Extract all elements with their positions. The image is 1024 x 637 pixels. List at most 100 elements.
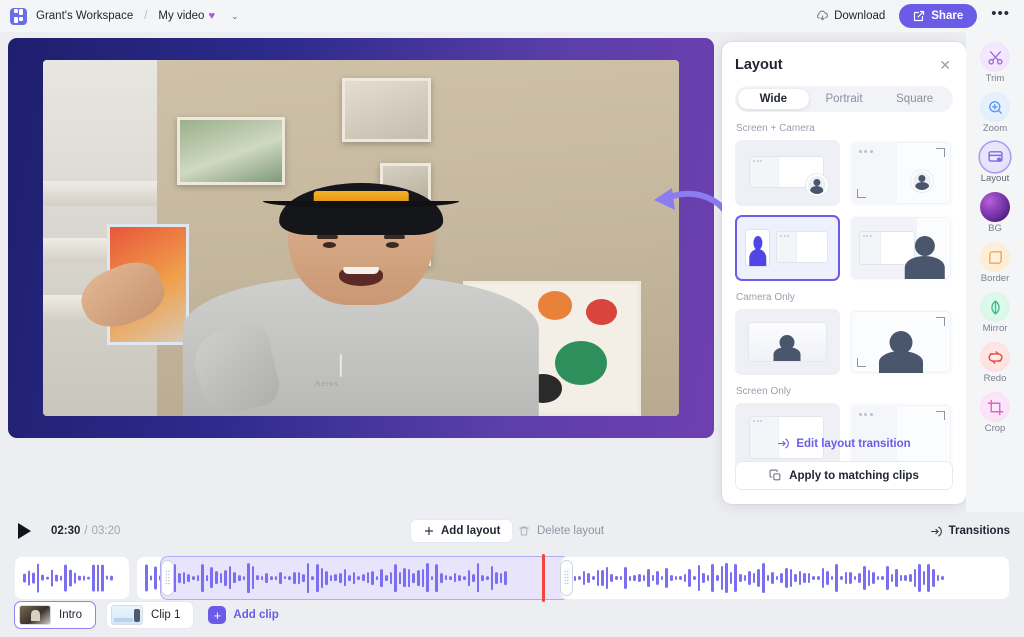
total-time: 03:20: [91, 525, 121, 537]
waveform-selection[interactable]: [160, 556, 570, 600]
close-icon[interactable]: ✕: [937, 56, 953, 74]
workspace-grid-icon[interactable]: [10, 7, 27, 25]
scissors-icon: [987, 49, 1004, 66]
download-button[interactable]: Download: [812, 7, 889, 26]
tool-label-zoom: Zoom: [982, 123, 1008, 134]
favorite-heart-icon[interactable]: ♥: [208, 10, 215, 22]
tool-trim[interactable]: Trim: [980, 42, 1010, 84]
tool-layout[interactable]: Layout: [980, 142, 1010, 184]
tab-square[interactable]: Square: [879, 89, 950, 109]
document-title[interactable]: My video: [158, 10, 204, 22]
plus-icon: [423, 525, 435, 537]
layout-option-screen-camera-pip[interactable]: [735, 140, 840, 206]
apply-label: Apply to matching clips: [789, 469, 919, 482]
video-preview[interactable]: Aeros: [8, 38, 714, 438]
clip-thumbnail: [111, 605, 144, 625]
tool-label-bg: BG: [988, 223, 1002, 234]
tool-label-trim: Trim: [985, 73, 1005, 84]
clip-thumbnail: [19, 605, 51, 625]
camera-only-options: [735, 309, 953, 375]
workspace-name[interactable]: Grant's Workspace: [36, 10, 133, 22]
tool-label-mirror: Mirror: [982, 323, 1008, 334]
more-options-button[interactable]: •••: [987, 6, 1014, 26]
aspect-ratio-tabs: Wide Portrait Square: [735, 86, 953, 112]
section-label-screen-only: Screen Only: [736, 386, 792, 397]
clip-item-clip-1[interactable]: Clip 1: [106, 601, 195, 629]
section-label-camera-only: Camera Only: [736, 292, 795, 303]
total-time-separator: /: [84, 525, 88, 537]
timeline-waveform[interactable]: [14, 554, 1010, 602]
layout-option-camera-only-framed[interactable]: [735, 309, 840, 375]
clip-strip: Intro Clip 1 + Add clip: [14, 601, 279, 629]
add-clip-button[interactable]: + Add clip: [208, 606, 279, 624]
trash-icon: [518, 525, 530, 537]
layout-panel: Layout ✕ Wide Portrait Square Screen + C…: [722, 42, 966, 504]
section-label-screen-camera: Screen + Camera: [736, 123, 815, 134]
person-cap: [262, 182, 460, 235]
person-silhouette: [903, 235, 947, 279]
tool-redo[interactable]: Redo: [980, 342, 1010, 384]
panel-header: Layout ✕: [735, 56, 953, 74]
share-label: Share: [931, 10, 964, 22]
delete-layout-label: Delete layout: [537, 525, 605, 537]
tool-crop[interactable]: Crop: [980, 392, 1010, 434]
tool-zoom[interactable]: Zoom: [980, 92, 1010, 134]
screen-only-options: [735, 403, 953, 469]
screen-camera-options: [735, 140, 953, 281]
add-layout-label: Add layout: [441, 525, 501, 537]
video-scene: Aeros: [43, 60, 679, 416]
edit-layout-transition-button[interactable]: Edit layout transition: [722, 437, 966, 450]
transitions-button[interactable]: Transitions: [930, 519, 1010, 543]
layout-icon: [987, 149, 1004, 166]
layout-option-screen-only-fullbleed[interactable]: [848, 403, 953, 469]
tool-mirror[interactable]: Mirror: [980, 292, 1010, 334]
timeline-controls: 02:30 / 03:20 Add layout Delete layout T…: [0, 515, 1024, 547]
chevron-down-icon[interactable]: ⌄: [231, 11, 239, 21]
tool-bg[interactable]: BG: [980, 192, 1010, 234]
person: Aeros: [182, 174, 540, 416]
mirror-leaf-icon: [987, 299, 1004, 316]
app-header: Grant's Workspace / My video ♥ ⌄ Downloa…: [0, 0, 1024, 32]
waveform-segment-1[interactable]: [14, 556, 130, 600]
layout-option-camera-only-fullbleed[interactable]: [848, 309, 953, 375]
arrow-into-circle-icon: [777, 437, 790, 450]
playhead[interactable]: [542, 554, 545, 602]
magnifier-plus-icon: [987, 99, 1004, 116]
person-head: [262, 182, 460, 305]
arrow-into-circle-icon: [930, 525, 943, 538]
transitions-label: Transitions: [948, 525, 1010, 537]
plus-square-icon: +: [208, 606, 227, 624]
play-icon[interactable]: [18, 523, 31, 539]
tool-label-layout: Layout: [980, 173, 1010, 184]
copy-icon: [769, 469, 782, 482]
tool-label-redo: Redo: [983, 373, 1007, 384]
crop-icon: [987, 399, 1004, 416]
breadcrumb-separator: /: [144, 10, 148, 22]
selection-handle-left[interactable]: [161, 560, 174, 596]
layout-option-screen-camera-fullbleed-pip[interactable]: [848, 140, 953, 206]
current-time: 02:30: [51, 525, 81, 537]
share-button[interactable]: Share: [899, 4, 978, 28]
tools-rail: Trim Zoom Layout BG Border Mirror Redo C…: [966, 32, 1024, 512]
tab-portrait[interactable]: Portrait: [809, 89, 880, 109]
download-cloud-icon: [816, 10, 829, 23]
layout-option-screen-camera-large-person[interactable]: [848, 215, 953, 281]
panel-title: Layout: [735, 57, 783, 73]
add-clip-label: Add clip: [233, 609, 279, 621]
delete-layout-button[interactable]: Delete layout: [518, 519, 604, 543]
layout-option-screen-camera-side-by-side[interactable]: [735, 215, 840, 281]
clip-item-intro[interactable]: Intro: [14, 601, 97, 629]
external-link-icon: [913, 10, 925, 22]
scene-stair: [43, 181, 158, 206]
download-label: Download: [834, 10, 886, 22]
tool-border[interactable]: Border: [980, 242, 1010, 284]
clip-label: Intro: [59, 609, 83, 621]
waveform-segment-3[interactable]: [560, 556, 1010, 600]
tab-wide[interactable]: Wide: [738, 89, 809, 109]
redo-arrows-icon: [987, 349, 1004, 366]
layout-option-screen-only-framed[interactable]: [735, 403, 840, 469]
selection-handle-right[interactable]: [560, 560, 573, 596]
apply-to-matching-clips-button[interactable]: Apply to matching clips: [735, 461, 953, 490]
add-layout-button[interactable]: Add layout: [410, 519, 514, 543]
wall-art-upper: [341, 77, 431, 142]
